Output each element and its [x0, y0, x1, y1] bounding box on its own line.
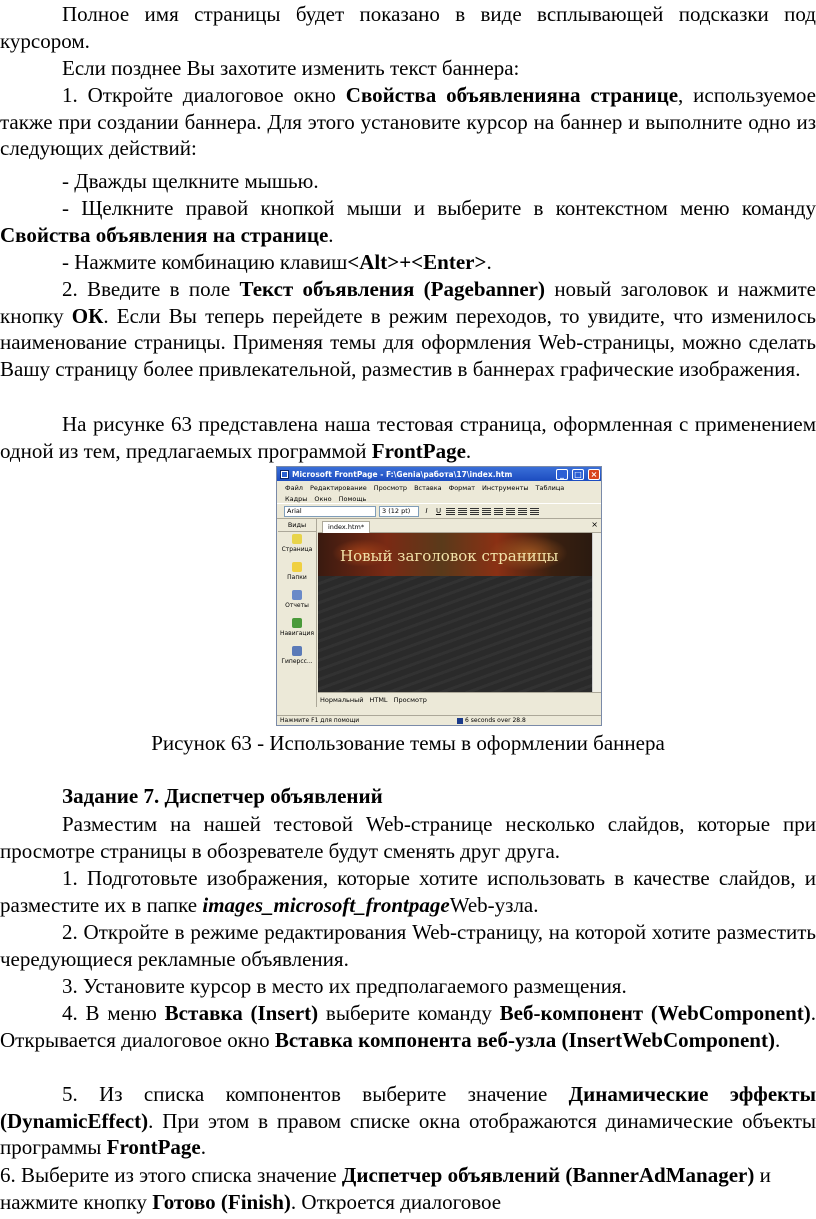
size-select[interactable]: 3 (12 pt): [379, 505, 419, 517]
paragraph: 1. Откройте диалоговое окно Свойства объ…: [0, 83, 816, 160]
tab-index[interactable]: index.htm*: [322, 521, 371, 533]
reports-icon: [292, 590, 302, 600]
menu-item[interactable]: Окно: [314, 494, 331, 505]
tab-normal[interactable]: Нормальный: [320, 696, 363, 704]
status-bar: Нажмите F1 для помощи 6 seconds over 28.…: [277, 715, 601, 725]
status-download-time: 6 seconds over 28.8: [465, 717, 526, 724]
outdent-icon[interactable]: [518, 507, 527, 515]
paragraph: 3. Установите курсор в место их предпола…: [62, 974, 627, 998]
status-help: Нажмите F1 для помощи: [280, 717, 360, 724]
close-icon[interactable]: ×: [588, 468, 600, 480]
bold-term: Готово (Finish): [152, 1189, 291, 1214]
paragraph: - Дважды щелкните мышью.: [62, 169, 319, 193]
view-label: Гиперсс...: [281, 658, 313, 665]
bold-term: Свойства объявленияна странице: [345, 83, 679, 107]
figure-caption: Рисунок 63 - Использование темы в оформл…: [151, 731, 665, 755]
justify-icon[interactable]: [482, 507, 491, 515]
align-center-icon[interactable]: [458, 507, 467, 515]
plus-sign: +: [399, 250, 412, 274]
key-alt: <Alt>: [347, 250, 400, 274]
view-folders[interactable]: Папки: [278, 560, 316, 588]
menu-item[interactable]: Редактирование: [310, 483, 367, 494]
views-bar: Виды Страница Папки Отчеты Навигация Гип…: [278, 519, 317, 707]
paragraph: 2. Введите в поле Текст объявления (Page…: [0, 277, 816, 381]
bold-term: Веб-компонент (WebComponent): [499, 1001, 811, 1025]
paragraph: Полное имя страницы будет показано в вид…: [0, 2, 816, 53]
bold-term: Вставка (Insert): [164, 1001, 319, 1025]
bold-term: FrontPage: [106, 1135, 201, 1159]
maximize-icon[interactable]: □: [572, 468, 584, 480]
italic-button[interactable]: I: [422, 507, 431, 516]
key-enter: <Enter>: [411, 250, 487, 274]
bulleted-list-icon[interactable]: [506, 507, 515, 515]
paragraph: - Нажмите комбинацию клавиш<Alt>+<Enter>…: [62, 250, 492, 274]
formatting-toolbar: Arial 3 (12 pt) I U: [277, 503, 601, 519]
bold-term: Текст объявления (Pagebanner): [239, 277, 545, 301]
view-mode-tabs: Нормальный HTML Просмотр: [318, 692, 601, 707]
view-page[interactable]: Страница: [278, 532, 316, 560]
navigation-icon: [292, 618, 302, 628]
menu-item[interactable]: Кадры: [285, 494, 307, 505]
frontpage-screenshot: Microsoft FrontPage - F:\Genia\работа\17…: [276, 466, 602, 726]
underline-button[interactable]: U: [434, 507, 443, 516]
tab-preview[interactable]: Просмотр: [394, 696, 427, 704]
connection-icon: [457, 718, 463, 724]
app-icon: [280, 469, 289, 479]
view-reports[interactable]: Отчеты: [278, 588, 316, 616]
folder-name: images_microsoft_frontpage: [202, 892, 450, 917]
close-icon[interactable]: ×: [591, 520, 598, 529]
menu-item[interactable]: Инструменты: [482, 483, 529, 494]
window-titlebar: Microsoft FrontPage - F:\Genia\работа\17…: [277, 467, 601, 481]
align-right-icon[interactable]: [470, 507, 479, 515]
paragraph: 1. Подготовьте изображения, которые хоти…: [0, 866, 816, 917]
window-title: Microsoft FrontPage - F:\Genia\работа\17…: [292, 469, 513, 479]
view-label: Страница: [281, 546, 313, 553]
view-label: Навигация: [279, 630, 315, 637]
document-area: index.htm* × Новый заголовок страницы Но…: [318, 519, 601, 707]
paragraph: Разместим на нашей тестовой Web-странице…: [0, 812, 816, 863]
bold-term: FrontPage: [371, 438, 466, 463]
paragraph: 6. Выберите из этого списка значение Дис…: [0, 1163, 771, 1214]
folder-icon: [292, 562, 302, 572]
bold-term: ОК: [71, 303, 104, 328]
menu-bar: Файл Редактирование Просмотр Вставка Фор…: [277, 481, 601, 503]
tab-strip: index.htm* ×: [318, 519, 601, 533]
tab-html[interactable]: HTML: [369, 696, 387, 704]
bold-term: Диспетчер объявлений (BannerAdManager): [341, 1163, 755, 1187]
minimize-icon[interactable]: _: [556, 468, 568, 480]
numbered-list-icon[interactable]: [494, 507, 503, 515]
menu-item[interactable]: Просмотр: [374, 483, 407, 494]
page-icon: [292, 534, 302, 544]
views-header: Виды: [278, 519, 316, 532]
paragraph: - Щелкните правой кнопкой мыши и выберит…: [0, 196, 816, 247]
menu-item[interactable]: Таблица: [536, 483, 565, 494]
banner-title: Новый заголовок страницы: [340, 547, 559, 565]
paragraph: 2. Откройте в режиме редактирования Web-…: [0, 920, 816, 971]
section-heading: Задание 7. Диспетчер объявлений: [62, 784, 383, 808]
align-left-icon[interactable]: [446, 507, 455, 515]
paragraph: 5. Из списка компонентов выберите значен…: [0, 1082, 816, 1159]
indent-icon[interactable]: [530, 507, 539, 515]
vertical-scrollbar[interactable]: [592, 533, 601, 693]
page-canvas[interactable]: Новый заголовок страницы: [318, 533, 593, 693]
bold-term: Свойства объявления на странице: [0, 222, 329, 247]
hyperlinks-icon: [292, 646, 302, 656]
view-label: Отчеты: [285, 602, 309, 609]
paragraph: Если позднее Вы захотите изменить текст …: [62, 56, 520, 80]
page-banner[interactable]: Новый заголовок страницы: [318, 533, 593, 576]
paragraph: На рисунке 63 представлена наша тестовая…: [0, 412, 816, 463]
menu-item[interactable]: Файл: [285, 483, 303, 494]
menu-item[interactable]: Помощь: [339, 494, 367, 505]
bold-term: Вставка компонента веб-узла (InsertWebCo…: [274, 1027, 775, 1052]
font-select[interactable]: Arial: [284, 505, 376, 517]
menu-item[interactable]: Вставка: [414, 483, 442, 494]
view-navigation[interactable]: Навигация: [278, 616, 316, 644]
theme-background: [318, 576, 593, 693]
view-label: Папки: [287, 574, 307, 581]
view-hyperlinks[interactable]: Гиперсс...: [278, 644, 316, 672]
menu-item[interactable]: Формат: [449, 483, 475, 494]
paragraph: 4. В меню Вставка (Insert) выберите кома…: [0, 1001, 816, 1052]
